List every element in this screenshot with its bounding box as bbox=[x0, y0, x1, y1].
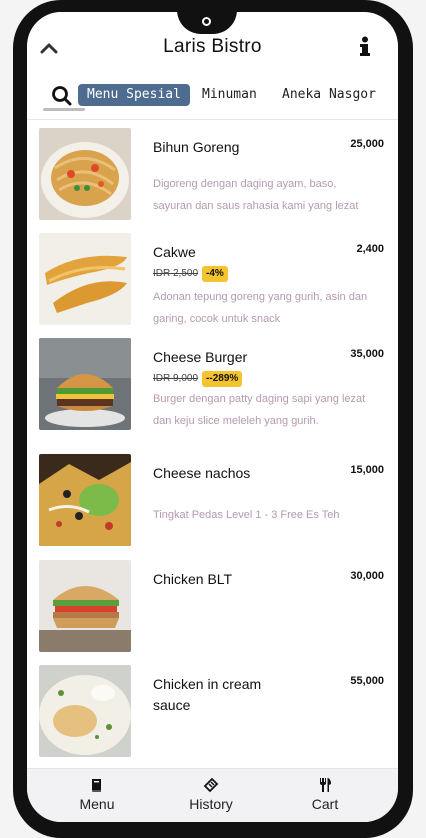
menu-item[interactable]: Chicken BLT 30,000 bbox=[27, 560, 398, 658]
menu-item-name: Chicken BLT bbox=[153, 571, 233, 587]
app-screen: Laris Bistro Menu Spesial Minuman Aneka … bbox=[27, 12, 398, 822]
menu-item-price: 15,000 bbox=[350, 464, 384, 476]
side-button-upper bbox=[403, 176, 411, 270]
info-icon[interactable] bbox=[358, 36, 372, 58]
menu-item[interactable]: Cheese Burger 35,000 IDR 9,000 --289% Bur… bbox=[27, 338, 398, 436]
tab-menu-spesial[interactable]: Menu Spesial bbox=[78, 84, 190, 106]
menu-item[interactable]: Cheese nachos 15,000 Tingkat Pedas Level… bbox=[27, 454, 398, 552]
receipt-icon bbox=[203, 777, 219, 793]
menu-item[interactable]: Bihun Goreng 25,000 Digoreng dengan dagi… bbox=[27, 128, 398, 226]
menu-item[interactable]: Cakwe 2,400 IDR 2,500 -4% Adonan tepung g… bbox=[27, 233, 398, 331]
menu-item[interactable]: Chicken in cream sauce 55,000 bbox=[27, 665, 398, 763]
promo-row: IDR 9,000 --289% bbox=[153, 371, 243, 387]
camera bbox=[199, 14, 214, 29]
bottom-navigation: Menu History Cart bbox=[27, 768, 398, 822]
nav-menu[interactable]: Menu bbox=[57, 777, 137, 812]
search-indicator bbox=[43, 108, 85, 111]
tab-aneka-nasgor[interactable]: Aneka Nasgor bbox=[282, 84, 376, 106]
menu-item-image bbox=[39, 233, 131, 325]
old-price: IDR 9,000 bbox=[153, 373, 199, 384]
discount-badge: -4% bbox=[202, 266, 228, 282]
menu-item-name: Cheese Burger bbox=[153, 349, 248, 365]
nav-history[interactable]: History bbox=[171, 777, 251, 812]
menu-item-name: Cakwe bbox=[153, 244, 196, 260]
menu-item-price: 30,000 bbox=[350, 570, 384, 582]
menu-item-name: Cheese nachos bbox=[153, 465, 251, 481]
menu-item-description: Digoreng dengan daging ayam, baso, sayur… bbox=[153, 178, 359, 212]
menu-item-description: Adonan tepung goreng yang gurih, asin da… bbox=[153, 291, 368, 325]
menu-item-image bbox=[39, 338, 131, 430]
book-icon bbox=[92, 779, 101, 792]
nav-history-label: History bbox=[189, 796, 233, 812]
nav-cart[interactable]: Cart bbox=[285, 777, 365, 812]
old-price: IDR 2,500 bbox=[153, 268, 199, 279]
menu-item-image bbox=[39, 454, 131, 546]
page-title: Laris Bistro bbox=[163, 36, 262, 57]
menu-item-name: Bihun Goreng bbox=[153, 139, 240, 155]
cutlery-icon bbox=[320, 778, 331, 792]
menu-item-image bbox=[39, 128, 131, 220]
tab-minuman[interactable]: Minuman bbox=[202, 84, 257, 106]
side-button-lower bbox=[403, 272, 411, 364]
menu-item-description: Tingkat Pedas Level 1 - 3 Free Es Teh bbox=[153, 509, 340, 521]
discount-badge: --289% bbox=[202, 371, 243, 387]
menu-item-description: Burger dengan patty daging sapi yang lez… bbox=[153, 393, 366, 427]
promo-row: IDR 2,500 -4% bbox=[153, 266, 228, 282]
volume-button bbox=[15, 242, 23, 302]
menu-item-image bbox=[39, 665, 131, 757]
app-bar: Laris Bistro bbox=[27, 34, 398, 64]
nav-menu-label: Menu bbox=[79, 796, 115, 812]
menu-item-price: 35,000 bbox=[350, 348, 384, 360]
category-tabs: Menu Spesial Minuman Aneka Nasgor bbox=[27, 82, 398, 120]
menu-item-name: Chicken in cream sauce bbox=[153, 676, 262, 713]
menu-item-price: 55,000 bbox=[350, 675, 384, 687]
menu-item-image bbox=[39, 560, 131, 652]
menu-item-price: 2,400 bbox=[356, 243, 384, 255]
nav-cart-label: Cart bbox=[311, 796, 339, 812]
menu-item-price: 25,000 bbox=[350, 138, 384, 150]
